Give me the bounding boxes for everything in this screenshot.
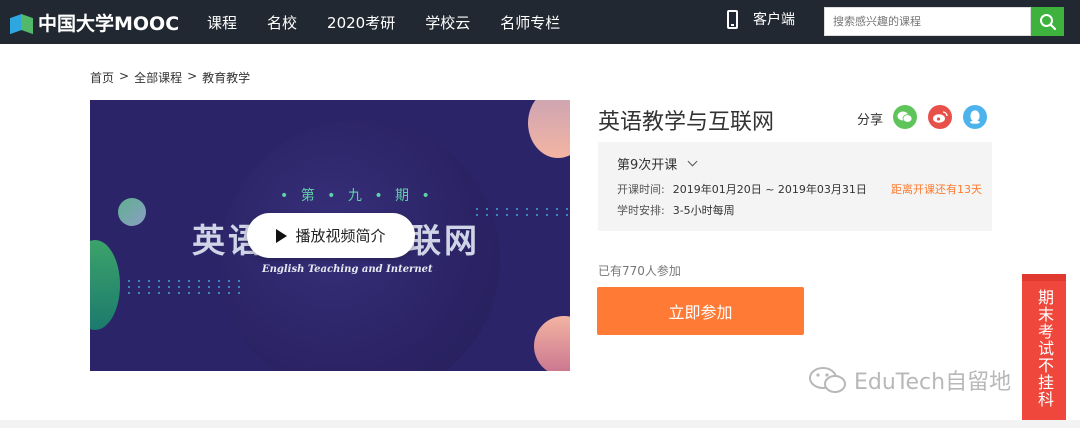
search-button[interactable] [1031,7,1064,36]
chevron-down-icon [687,156,698,167]
wechat-watermark-icon [809,367,846,393]
logo-text: 中国大学MOOC [38,13,180,35]
play-button-label: 播放视频简介 [295,227,386,245]
countdown-text: 距离开课还有13天 [891,183,982,196]
search-input[interactable] [824,7,1031,36]
term-selector[interactable]: 第9次开课 [617,154,698,173]
hours-value: 3-5小时每周 [672,204,735,217]
watermark-text: EduTech自留地 [854,370,1012,395]
term-label: 第9次开课 [617,158,678,173]
schedule-label: 开课时间: [617,183,665,196]
weibo-glyph [933,111,948,123]
breadcrumb-home[interactable]: 首页 [90,69,114,86]
decor-dots [476,208,570,216]
main-nav: 课程 名校 2020考研 学校云 名师专栏 [207,0,590,44]
watermark: EduTech自留地 [808,364,1011,396]
hours-label: 学时安排: [617,204,665,217]
share-label: 分享 [857,113,884,128]
edition-label: • 第 • 九 • 期 • [280,188,434,204]
hours-row: 学时安排: 3-5小时每周 [617,202,735,218]
breadcrumb: 首页 > 全部课程 > 教育教学 [90,69,255,86]
qq-icon[interactable] [963,105,987,129]
top-navbar: 中国大学MOOC 课程 名校 2020考研 学校云 名师专栏 客户端 [0,0,1080,44]
wechat-glyph [897,111,913,123]
nav-item-courses[interactable]: 课程 [207,12,237,33]
site-logo[interactable]: 中国大学MOOC [10,9,179,36]
phone-icon [727,9,738,29]
client-download-link[interactable]: 客户端 [727,9,795,29]
weibo-icon[interactable] [928,105,952,129]
nav-item-school-cloud[interactable]: 学校云 [425,12,470,33]
play-icon [276,228,288,243]
client-label: 客户端 [753,12,795,28]
banner-subtitle: English Teaching and Internet [262,264,433,275]
schedule-value: 2019年01月20日 ~ 2019年03月31日 [672,183,867,196]
participant-count: 已有770人参加 [598,264,681,278]
decor-circle [528,100,570,158]
decor-circle [90,240,120,330]
breadcrumb-separator: > [187,69,198,83]
breadcrumb-separator: > [119,69,130,83]
wechat-icon[interactable] [893,105,917,129]
course-title: 英语教学与互联网 [598,110,775,135]
nav-item-kaoyan[interactable]: 2020考研 [327,12,395,33]
breadcrumb-category[interactable]: 教育教学 [202,69,250,86]
decor-dots [128,280,244,294]
qq-glyph [970,110,980,124]
nav-item-schools[interactable]: 名校 [267,12,297,33]
nav-item-teacher-column[interactable]: 名师专栏 [500,12,560,33]
term-info-box: 第9次开课 开课时间: 2019年01月20日 ~ 2019年03月31日 距离开… [598,142,992,231]
logo-mark-icon [10,12,34,34]
footer-strip [0,420,1080,428]
play-intro-video-button[interactable]: 播放视频简介 [247,213,415,258]
schedule-row: 开课时间: 2019年01月20日 ~ 2019年03月31日 [617,181,867,197]
enroll-button[interactable]: 立即参加 [597,287,804,335]
course-video-banner[interactable]: • 第 • 九 • 期 • 英语教学与互联网 English Teaching … [90,100,570,371]
side-promo-badge[interactable]: 期末考试不挂科 [1022,274,1066,422]
decor-circle [534,316,570,371]
decor-circle [118,198,146,226]
search-icon [1039,13,1056,30]
breadcrumb-all-courses[interactable]: 全部课程 [134,69,182,86]
